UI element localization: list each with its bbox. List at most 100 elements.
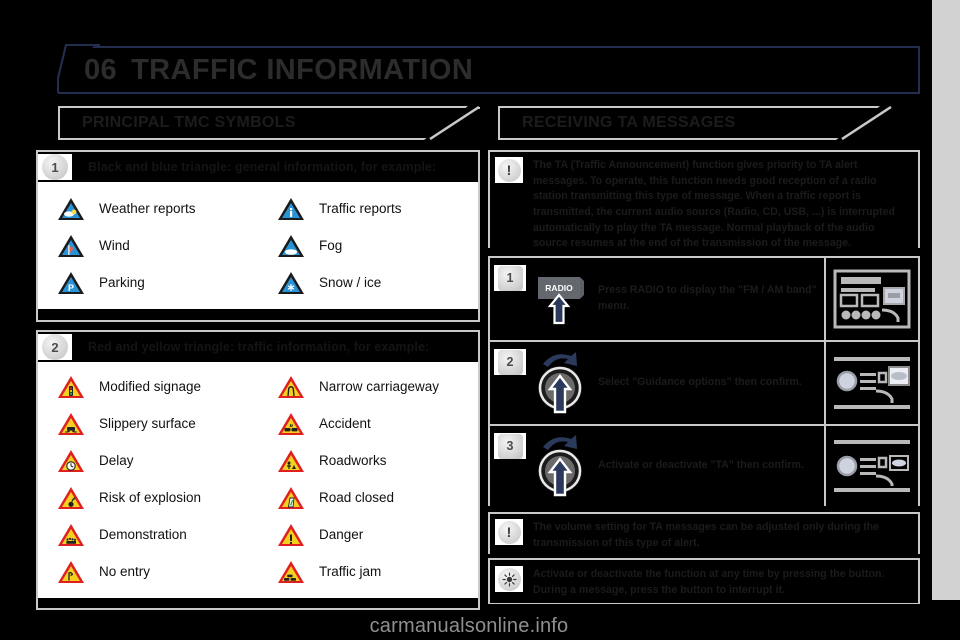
info-triangle-icon	[278, 197, 304, 220]
step-badge-1: 1	[494, 265, 526, 291]
radio-display-thumbnail-icon	[833, 269, 911, 329]
group-badge-number: 1	[42, 154, 68, 180]
danger-triangle-icon	[278, 523, 304, 546]
intro-note: ! The TA (Traffic Announcement) function…	[490, 152, 918, 258]
section-title-receiving-ta-messages: RECEIVING TA MESSAGES	[498, 106, 880, 140]
section-title-diagonal-right	[841, 106, 892, 140]
watermark-text: carmanualsonline.info	[369, 615, 569, 637]
step-main-2: 2 Select "Guidance options" then confirm…	[490, 342, 824, 424]
rotary-knob-control[interactable]	[526, 429, 598, 503]
step-row: 2 Select "Guidance options" then confirm…	[490, 342, 918, 426]
symbol-item: Road closed	[258, 479, 478, 516]
symbol-item: Snow / ice	[258, 264, 478, 301]
symbol-item: Wind	[38, 227, 258, 264]
section-title-text: RECEIVING TA MESSAGES	[522, 114, 736, 131]
symbol-label: Wind	[99, 238, 130, 253]
svg-text:P: P	[68, 283, 74, 293]
warning-exclamation-icon: !	[495, 519, 523, 545]
symbol-item: No entry	[38, 553, 258, 590]
symbol-item: Weather reports	[38, 190, 258, 227]
sun-glyph-icon	[501, 571, 517, 587]
group-badge-1: 1	[38, 154, 72, 180]
parking-triangle-icon: P	[58, 271, 84, 294]
weather-triangle-icon	[58, 197, 84, 220]
step-number: 2	[497, 349, 523, 375]
page-header: 06 TRAFFIC INFORMATION	[57, 44, 920, 94]
symbol-item: Traffic reports	[258, 190, 478, 227]
symbol-item: Narrow carriageway	[258, 368, 478, 405]
step-main-3: 3 Activate or deactivate "TA" then confi…	[490, 426, 824, 506]
page-title: 06 TRAFFIC INFORMATION	[84, 50, 473, 90]
snow-ice-triangle-icon	[278, 271, 304, 294]
panel-yellow-triangles: 2 Red and yellow triangle: traffic infor…	[36, 330, 480, 610]
symbol-grid-blue: Weather reports Traffic reports Wind Fog…	[38, 182, 478, 309]
radio-button-icon[interactable]: RADIO	[528, 265, 596, 333]
footer-note-1-text: The volume setting for TA messages can b…	[533, 521, 880, 549]
section-title-text: PRINCIPAL TMC SYMBOLS	[82, 114, 296, 131]
section-title-principal-tmc-symbols: PRINCIPAL TMC SYMBOLS	[58, 106, 468, 140]
symbol-item: Modified signage	[38, 368, 258, 405]
symbol-label: Danger	[319, 527, 364, 542]
symbol-item: Roadworks	[258, 442, 478, 479]
traffic-jam-triangle-icon	[278, 560, 304, 583]
intro-note-text: The TA (Traffic Announcement) function g…	[533, 159, 895, 250]
symbol-item: P Parking	[38, 264, 258, 301]
rotary-knob-icon[interactable]	[527, 346, 597, 420]
group-heading-row-1: 1 Black and blue triangle: general infor…	[38, 152, 478, 182]
roadworks-triangle-icon	[278, 449, 304, 472]
group-badge-number: 2	[42, 334, 68, 360]
radio-button-control[interactable]: RADIO	[526, 265, 598, 333]
symbol-label: Traffic jam	[319, 564, 382, 579]
symbol-item: Slippery surface	[38, 405, 258, 442]
symbol-item: Delay	[38, 442, 258, 479]
footer-note-1: ! The volume setting for TA messages can…	[490, 514, 918, 557]
step-text-2: Select "Guidance options" then confirm.	[598, 376, 802, 389]
group-heading-text-2: Red and yellow triangle: traffic informa…	[88, 340, 430, 354]
radio-button-label: RADIO	[545, 283, 573, 293]
narrow-road-triangle-icon	[278, 375, 304, 398]
symbol-label: Roadworks	[319, 453, 387, 468]
symbol-label: Road closed	[319, 490, 395, 505]
screen-thumbnail-3	[824, 426, 918, 506]
group-badge-2: 2	[38, 334, 72, 360]
panel-volume-note: ! The volume setting for TA messages can…	[488, 512, 920, 557]
step-main-1: 1 RADIO Press RADIO to display the "FM /…	[490, 258, 824, 340]
symbol-label: Traffic reports	[319, 201, 402, 216]
symbol-label: Modified signage	[99, 379, 202, 394]
fog-triangle-icon	[278, 234, 304, 257]
footer-note-2: Activate or deactivate the function at a…	[490, 560, 918, 604]
symbol-label: Weather reports	[99, 201, 196, 216]
panel-blue-triangles: 1 Black and blue triangle: general infor…	[36, 150, 480, 322]
page-edge-strip	[932, 0, 960, 600]
watermark: carmanualsonline.info	[0, 615, 960, 638]
symbol-item: Danger	[258, 516, 478, 553]
clock-triangle-icon	[58, 449, 84, 472]
symbol-grid-yellow: Modified signage Narrow carriageway Slip…	[38, 362, 478, 598]
accident-triangle-icon	[278, 412, 304, 435]
step-badge-2: 2	[494, 349, 526, 375]
chapter-number: 06	[84, 53, 118, 86]
symbol-item: Demonstration	[38, 516, 258, 553]
footer-note-2-text: Activate or deactivate the function at a…	[533, 568, 885, 596]
section-title-diagonal-left	[429, 106, 480, 140]
symbol-label: Accident	[319, 416, 371, 431]
symbol-item: Risk of explosion	[38, 479, 258, 516]
symbol-label: No entry	[99, 564, 151, 579]
panel-ta-intro-note: ! The TA (Traffic Announcement) function…	[488, 150, 920, 258]
symbol-label: Delay	[99, 453, 134, 468]
symbol-label: Narrow carriageway	[319, 379, 440, 394]
warning-exclamation-icon: !	[495, 157, 523, 183]
group-heading-row-2: 2 Red and yellow triangle: traffic infor…	[38, 332, 478, 362]
rotary-knob-icon[interactable]	[527, 429, 597, 503]
step-text-1: Press RADIO to display the "FM / AM band…	[598, 284, 817, 312]
symbol-item: Fog	[258, 227, 478, 264]
screen-thumbnail-2	[824, 342, 918, 424]
slippery-triangle-icon	[58, 412, 84, 435]
rotary-knob-control[interactable]	[526, 346, 598, 420]
no-entry-triangle-icon	[58, 560, 84, 583]
symbol-label: Fog	[319, 238, 343, 253]
tip-sun-icon	[495, 566, 523, 592]
step-badge-3: 3	[494, 433, 526, 459]
explosion-triangle-icon	[58, 486, 84, 509]
panel-tip-note: Activate or deactivate the function at a…	[488, 558, 920, 604]
